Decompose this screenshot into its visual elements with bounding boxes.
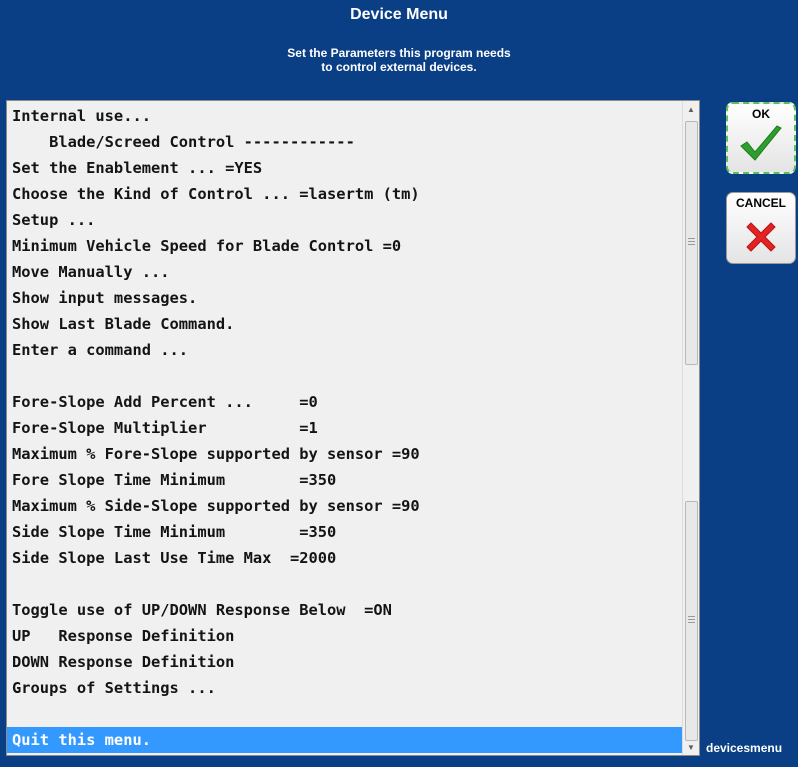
- menu-item[interactable]: Choose the Kind of Control ... =lasertm …: [7, 181, 683, 207]
- menu-item[interactable]: Toggle use of UP/DOWN Response Below =ON: [7, 597, 683, 623]
- menu-item[interactable]: Move Manually ...: [7, 259, 683, 285]
- page-subtitle: Set the Parameters this program needs to…: [0, 46, 798, 74]
- cancel-button-label: CANCEL: [736, 196, 786, 210]
- menu-item[interactable]: Setup ...: [7, 207, 683, 233]
- vertical-scrollbar[interactable]: ▲ ▼: [682, 101, 699, 755]
- subtitle-line-2: to control external devices.: [321, 60, 477, 74]
- checkmark-icon: [740, 125, 782, 161]
- menu-item[interactable]: Side Slope Last Use Time Max =2000: [7, 545, 683, 571]
- menu-item[interactable]: DOWN Response Definition: [7, 649, 683, 675]
- menu-item[interactable]: UP Response Definition: [7, 623, 683, 649]
- menu-listbox[interactable]: Internal use... Blade/Screed Control ---…: [6, 100, 700, 756]
- menu-item[interactable]: Fore-Slope Multiplier =1: [7, 415, 683, 441]
- menu-item[interactable]: Set the Enablement ... =YES: [7, 155, 683, 181]
- header: Device Menu Set the Parameters this prog…: [0, 0, 798, 100]
- menu-item[interactable]: Maximum % Fore-Slope supported by sensor…: [7, 441, 683, 467]
- menu-item[interactable]: Enter a command ...: [7, 337, 683, 363]
- menu-item[interactable]: Show Last Blade Command.: [7, 311, 683, 337]
- menu-item[interactable]: Minimum Vehicle Speed for Blade Control …: [7, 233, 683, 259]
- scrollbar-thumb[interactable]: [685, 121, 698, 365]
- ok-button-label: OK: [752, 107, 770, 121]
- cancel-button[interactable]: CANCEL: [726, 192, 796, 264]
- menu-item[interactable]: Quit this menu.: [7, 727, 683, 753]
- menu-item[interactable]: Groups of Settings ...: [7, 675, 683, 701]
- menu-items: Internal use... Blade/Screed Control ---…: [7, 103, 683, 753]
- menu-spacer: [7, 363, 683, 389]
- scrollbar-thumb-lower[interactable]: [685, 501, 698, 741]
- menu-item[interactable]: Blade/Screed Control ------------: [7, 129, 683, 155]
- menu-spacer: [7, 571, 683, 597]
- scroll-down-arrow-icon[interactable]: ▼: [683, 741, 699, 755]
- menu-item[interactable]: Side Slope Time Minimum =350: [7, 519, 683, 545]
- menu-item[interactable]: Maximum % Side-Slope supported by sensor…: [7, 493, 683, 519]
- screen-id-label: devicesmenu: [706, 741, 783, 755]
- menu-item[interactable]: Fore Slope Time Minimum =350: [7, 467, 683, 493]
- menu-item[interactable]: Show input messages.: [7, 285, 683, 311]
- menu-item[interactable]: Fore-Slope Add Percent ... =0: [7, 389, 683, 415]
- page-title: Device Menu: [350, 6, 448, 23]
- x-icon: [746, 222, 776, 252]
- ok-button[interactable]: OK: [726, 102, 796, 174]
- subtitle-line-1: Set the Parameters this program needs: [287, 46, 511, 60]
- menu-spacer: [7, 701, 683, 727]
- menu-item[interactable]: Internal use...: [7, 103, 683, 129]
- scroll-up-arrow-icon[interactable]: ▲: [683, 103, 699, 117]
